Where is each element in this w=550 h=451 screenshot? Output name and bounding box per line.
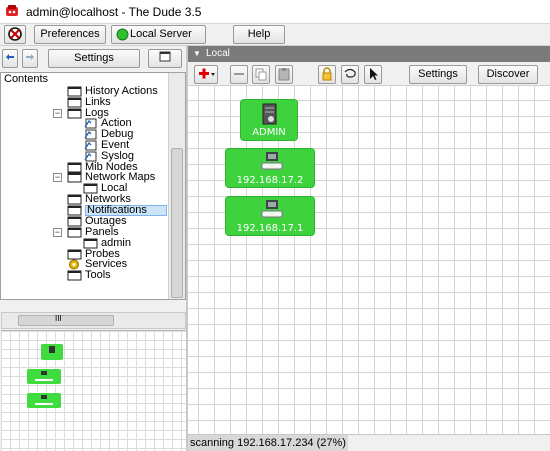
tree-item-network-maps[interactable]: − Network Maps: [1, 172, 167, 183]
paste-icon: [278, 68, 290, 81]
remove-icon: [234, 73, 244, 75]
forward-button[interactable]: [22, 49, 38, 68]
window-icon: [67, 172, 82, 183]
tree-item-debug[interactable]: Debug: [1, 129, 167, 140]
tree-item-outages[interactable]: Outages: [1, 216, 167, 227]
contents-panel: Contents History Actions Links − Logs Action…: [0, 72, 186, 300]
tree-horizontal-scrollbar[interactable]: III: [1, 312, 186, 329]
tree-item-notifications[interactable]: Notifications: [1, 205, 167, 216]
pointer-icon: [370, 68, 378, 80]
device-label: 192.168.17.1: [236, 223, 304, 234]
log-icon: [84, 140, 97, 151]
scan-status: scanning 192.168.17.234 (27%): [188, 435, 348, 451]
mini-computer-icon: [35, 371, 53, 381]
back-button[interactable]: [2, 49, 18, 68]
window-title: admin@localhost - The Dude 3.5: [26, 5, 202, 19]
map-tab-local[interactable]: ▼ Local: [188, 46, 550, 62]
back-arrow-icon: [6, 54, 14, 60]
tree-item-services[interactable]: Services: [1, 259, 167, 270]
window-icon: [67, 270, 82, 281]
paste-button[interactable]: [275, 65, 293, 84]
lasso-icon: [344, 68, 356, 78]
help-button[interactable]: Help: [233, 25, 285, 44]
disconnect-icon: [8, 27, 22, 41]
tree-vertical-scrollbar[interactable]: [168, 73, 185, 299]
tree-scroll-thumb[interactable]: [171, 148, 183, 298]
mini-server-icon: [49, 346, 55, 353]
computer-icon: [261, 200, 283, 218]
tree-item-links[interactable]: Links: [1, 97, 167, 108]
device-label: ADMIN: [252, 127, 286, 138]
left-toolbar: Settings: [0, 46, 188, 72]
map-toolbar: Settings Discover: [188, 62, 550, 86]
device-node-192-168-17-1[interactable]: 192.168.17.1: [225, 196, 315, 236]
forward-arrow-icon: [26, 54, 34, 60]
device-label: 192.168.17.2: [236, 175, 304, 186]
mini-computer-icon: [35, 395, 53, 405]
tree-item-event[interactable]: Event: [1, 140, 167, 151]
remove-button[interactable]: [230, 65, 248, 84]
add-icon: [199, 68, 215, 79]
tree-hscroll-thumb[interactable]: III: [18, 314, 114, 326]
tree-item-history-actions[interactable]: History Actions: [1, 86, 167, 97]
disconnect-button[interactable]: [4, 25, 26, 44]
title-bar: admin@localhost - The Dude 3.5: [0, 0, 550, 24]
collapse-toggle-icon[interactable]: −: [53, 109, 62, 118]
lock-icon: [322, 67, 332, 81]
window-icon: [67, 97, 82, 108]
log-icon: [84, 129, 97, 140]
detach-window-icon: [159, 51, 171, 62]
collapse-toggle-icon[interactable]: −: [53, 173, 62, 182]
network-map-canvas[interactable]: ADMIN 192.168.17.2 192.168.17.1: [188, 86, 550, 434]
tree-item-admin[interactable]: admin: [1, 238, 167, 249]
computer-icon: [261, 152, 283, 170]
discover-button[interactable]: Discover: [478, 65, 538, 84]
main-toolbar: Preferences Local Server Help: [0, 24, 550, 46]
tree-item-label: Tools: [85, 269, 111, 281]
grip-label: III: [55, 314, 62, 323]
detach-button[interactable]: [148, 49, 182, 68]
window-icon: [67, 216, 82, 227]
services-icon: [69, 259, 79, 270]
copy-icon: [255, 68, 267, 81]
tab-collapse-icon: ▼: [193, 49, 201, 58]
left-settings-button[interactable]: Settings: [48, 49, 140, 68]
preferences-button[interactable]: Preferences: [34, 25, 106, 44]
status-bar: scanning 192.168.17.234 (27%): [188, 434, 550, 451]
device-node-192-168-17-2[interactable]: 192.168.17.2: [225, 148, 315, 188]
map-settings-button[interactable]: Settings: [409, 65, 467, 84]
tree-item-syslog[interactable]: Syslog: [1, 151, 167, 162]
tree-item-local[interactable]: Local: [1, 183, 167, 194]
copy-button[interactable]: [252, 65, 270, 84]
mini-node-admin: [41, 344, 63, 360]
tree-item-panels[interactable]: − Panels: [1, 227, 167, 238]
lasso-button[interactable]: [341, 65, 359, 84]
tree-item-tools[interactable]: Tools: [1, 270, 167, 281]
contents-tree: Contents History Actions Links − Logs Action…: [1, 73, 169, 299]
device-node-admin[interactable]: ADMIN: [240, 99, 298, 141]
window-icon: [67, 194, 82, 205]
local-server-label: Local Server: [130, 28, 192, 40]
server-icon: [262, 103, 277, 125]
contents-header: Contents: [4, 73, 49, 85]
server-status-icon: [116, 28, 129, 41]
lock-button[interactable]: [318, 65, 336, 84]
window-icon: [67, 227, 82, 238]
map-overview[interactable]: [1, 330, 186, 451]
dude-app-icon: [6, 5, 18, 16]
tree-item-action[interactable]: Action: [1, 118, 167, 129]
add-item-button[interactable]: [194, 65, 218, 84]
mini-node-192-168-17-1: [27, 393, 61, 408]
mini-node-192-168-17-2: [27, 369, 61, 384]
map-tab-label: Local: [206, 48, 230, 59]
collapse-toggle-icon[interactable]: −: [53, 228, 62, 237]
select-button[interactable]: [364, 65, 382, 84]
window-icon: [67, 205, 82, 216]
window-icon: [67, 86, 82, 97]
local-server-button[interactable]: Local Server: [111, 25, 206, 44]
log-icon: [84, 118, 97, 129]
